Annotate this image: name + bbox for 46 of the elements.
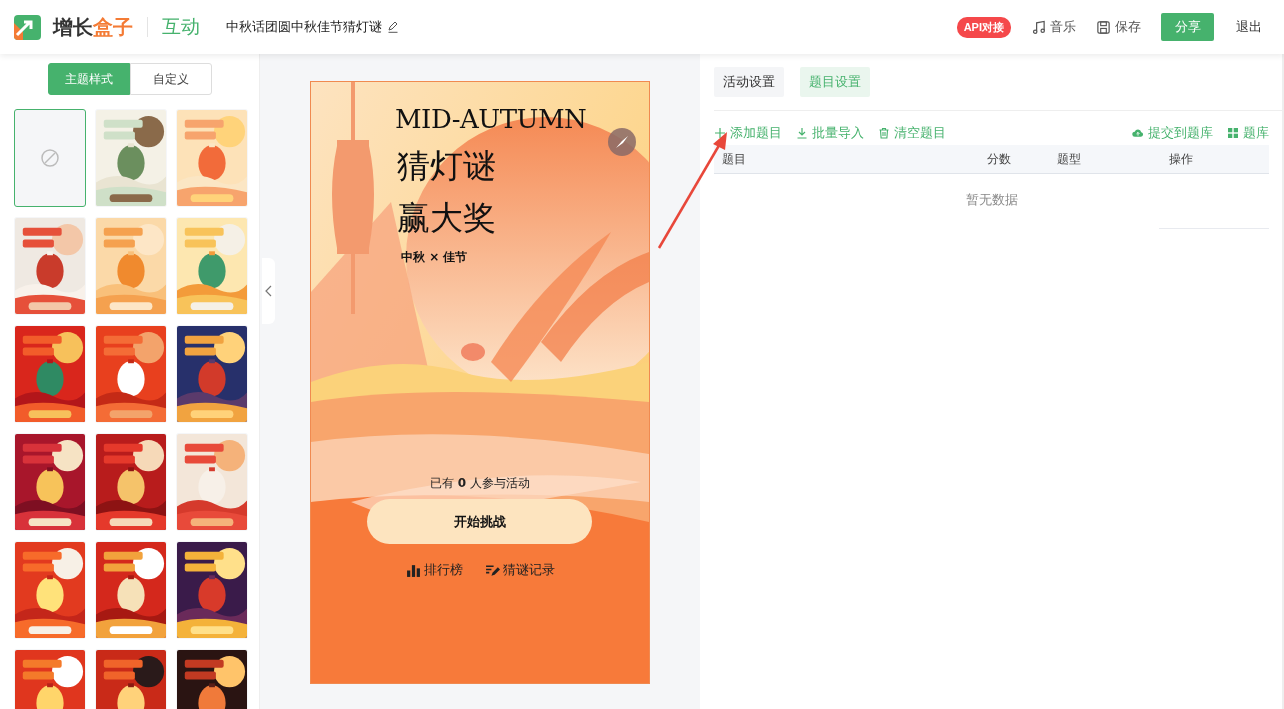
download-icon: [796, 127, 808, 139]
settings-tab[interactable]: 活动设置: [714, 67, 784, 97]
trash-icon: [878, 127, 890, 139]
leaderboard-link[interactable]: 排行榜: [405, 561, 463, 579]
save-button[interactable]: 保存: [1096, 18, 1141, 36]
toolbar-button[interactable]: 题库: [1227, 124, 1269, 142]
toolbar-button[interactable]: 添加题目: [714, 124, 782, 142]
theme-tab[interactable]: 主题样式: [47, 63, 130, 95]
music-button[interactable]: 音乐: [1031, 18, 1076, 36]
records-link[interactable]: 猜谜记录: [484, 561, 555, 579]
save-icon: [1096, 19, 1111, 35]
start-button[interactable]: 开始挑战: [367, 499, 592, 544]
poster-subtitle: 中秋 × 佳节: [401, 249, 468, 266]
activity-title: 中秋话团圆中秋佳节猜灯谜: [226, 18, 382, 36]
pencil-lines-icon: [484, 562, 500, 578]
plus-icon: [714, 127, 726, 139]
logo-icon: [14, 14, 41, 40]
share-button[interactable]: 分享: [1161, 13, 1214, 41]
column-header: 题目: [722, 150, 747, 168]
exit-button[interactable]: 退出: [1236, 18, 1262, 36]
settings-tab[interactable]: 题目设置: [800, 67, 870, 97]
no-theme-icon: [41, 149, 59, 167]
column-header: 分数: [986, 150, 1012, 168]
bar-chart-icon: [405, 562, 421, 578]
brand-name: 增长盒子: [53, 13, 133, 41]
grid-icon: [1227, 127, 1239, 139]
toolbar-button[interactable]: 提交到题库: [1132, 124, 1213, 142]
poster-headline: MID-AUTUMN: [395, 104, 587, 134]
column-header: 操作: [1169, 150, 1194, 168]
collapse-handle[interactable]: [262, 258, 275, 324]
chevron-left-icon: [265, 285, 272, 297]
theme-thumbnail[interactable]: [14, 109, 86, 207]
music-note-icon: [1031, 19, 1046, 35]
toolbar-button[interactable]: 清空题目: [878, 124, 946, 142]
theme-tab[interactable]: 自定义: [129, 63, 212, 95]
api-badge[interactable]: API对接: [956, 16, 1011, 38]
column-header: 题型: [1057, 150, 1082, 168]
module-name: 互动: [162, 14, 200, 39]
participant-count: 已有 0 人参与活动: [429, 475, 531, 492]
toolbar-button[interactable]: 批量导入: [796, 124, 864, 142]
poster-title: 猜灯谜: [397, 145, 496, 187]
edit-icon[interactable]: [387, 21, 399, 33]
cloud-upload-icon: [1132, 127, 1144, 139]
empty-message: 暂无数据: [965, 192, 1018, 207]
poster-title: 赢大奖: [397, 197, 496, 239]
compass-icon[interactable]: [608, 128, 636, 156]
